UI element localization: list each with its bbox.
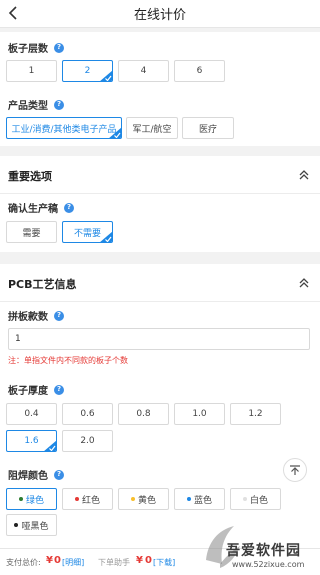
mask-color-option[interactable]: 哑黑色	[6, 514, 57, 536]
download-link[interactable]: [下载]	[153, 557, 175, 568]
total-price-value: 0	[54, 555, 61, 566]
total-price-label: 支付总价:	[6, 558, 41, 567]
mask-color-option[interactable]: 白色	[230, 488, 281, 510]
watermark: 吾爱软件园 www.52zixue.com	[198, 520, 320, 575]
panel-count-label: 拼板款数	[8, 312, 48, 323]
help-icon[interactable]: ?	[54, 310, 64, 321]
help-icon[interactable]: ?	[54, 42, 64, 53]
confirm-option[interactable]: 需要	[6, 221, 57, 243]
header-bar: 在线计价	[0, 0, 320, 28]
confirm-label-row: 确认生产稿 ?	[8, 200, 74, 215]
watermark-name: 吾爱软件园	[226, 543, 301, 559]
mask-color-option-selected[interactable]: 绿色	[6, 488, 57, 510]
black-dot-icon	[14, 523, 19, 527]
important-options-title: 重要选项	[8, 170, 52, 183]
confirm-label: 确认生产稿	[8, 204, 58, 215]
page: 在线计价 板子层数 ? 1 2 4 6 产品类型 ? 工业/消费/其他类电子产品…	[0, 0, 320, 575]
important-options-panel: 确认生产稿 ? 需要 不需要	[0, 194, 320, 252]
mask-color-option[interactable]: 黄色	[118, 488, 169, 510]
panel-count-input[interactable]: 1	[8, 328, 310, 350]
thickness-option[interactable]: 0.4	[6, 403, 57, 425]
pcb-info-header[interactable]: PCB工艺信息	[0, 264, 320, 302]
selected-check-icon	[100, 231, 112, 242]
thickness-option[interactable]: 0.8	[118, 403, 169, 425]
selected-check-icon	[109, 127, 121, 138]
page-title: 在线计价	[133, 8, 186, 23]
thickness-option[interactable]: 1.2	[230, 403, 281, 425]
thickness-option[interactable]: 1.0	[174, 403, 225, 425]
layers-option-selected[interactable]: 2	[62, 60, 113, 82]
thickness-option[interactable]: 0.6	[62, 403, 113, 425]
help-icon[interactable]: ?	[54, 99, 64, 110]
order-assistant-label: 下单助手	[98, 558, 130, 567]
basic-options-panel: 板子层数 ? 1 2 4 6 产品类型 ? 工业/消费/其他类电子产品 军工/航…	[0, 32, 320, 146]
selected-check-icon	[44, 440, 56, 451]
important-options-header[interactable]: 重要选项	[0, 156, 320, 194]
thickness-label-row: 板子厚度 ?	[8, 382, 64, 397]
thickness-option[interactable]: 2.0	[62, 430, 113, 452]
green-dot-icon	[18, 497, 23, 501]
pcb-info-panel: 拼板款数 ? 1 注：单指文件内不同款的板子个数 板子厚度 ? 0.4 0.6 …	[0, 302, 320, 548]
layers-option[interactable]: 1	[6, 60, 57, 82]
help-icon[interactable]: ?	[64, 202, 74, 213]
product-type-option[interactable]: 医疗	[182, 117, 234, 139]
red-dot-icon	[74, 497, 79, 501]
product-type-label-row: 产品类型 ?	[8, 97, 64, 112]
mask-color-option[interactable]: 蓝色	[174, 488, 225, 510]
product-type-option[interactable]: 军工/航空	[126, 117, 178, 139]
mask-color-label-row: 阻焊颜色 ?	[8, 467, 64, 482]
selected-check-icon	[100, 70, 112, 81]
assist-value: 0	[145, 555, 152, 566]
thickness-option-selected[interactable]: 1.6	[6, 430, 57, 452]
layers-label: 板子层数	[8, 44, 48, 55]
help-icon[interactable]: ?	[54, 384, 64, 395]
confirm-option-selected[interactable]: 不需要	[62, 221, 113, 243]
panel-count-label-row: 拼板款数 ?	[8, 308, 64, 323]
arrow-up-icon	[290, 465, 300, 475]
product-type-label: 产品类型	[8, 101, 48, 112]
layers-option[interactable]: 6	[174, 60, 225, 82]
watermark-url: www.52zixue.com	[232, 560, 305, 569]
mask-color-label: 阻焊颜色	[8, 471, 48, 482]
yellow-dot-icon	[130, 497, 135, 501]
pcb-info-title: PCB工艺信息	[8, 278, 77, 291]
mask-color-option[interactable]: 红色	[62, 488, 113, 510]
collapse-up-icon[interactable]	[298, 277, 310, 289]
detail-link[interactable]: [明细]	[62, 557, 84, 568]
total-price-currency: ¥	[46, 555, 53, 566]
scroll-top-button[interactable]	[283, 458, 307, 482]
white-dot-icon	[242, 497, 247, 501]
collapse-up-icon[interactable]	[298, 169, 310, 181]
layers-option[interactable]: 4	[118, 60, 169, 82]
assist-currency: ¥	[136, 555, 143, 566]
help-icon[interactable]: ?	[54, 469, 64, 480]
thickness-label: 板子厚度	[8, 386, 48, 397]
layers-label-row: 板子层数 ?	[8, 40, 64, 55]
panel-count-note: 注：单指文件内不同款的板子个数	[8, 356, 128, 365]
blue-dot-icon	[186, 497, 191, 501]
product-type-option-selected[interactable]: 工业/消费/其他类电子产品	[6, 117, 122, 139]
